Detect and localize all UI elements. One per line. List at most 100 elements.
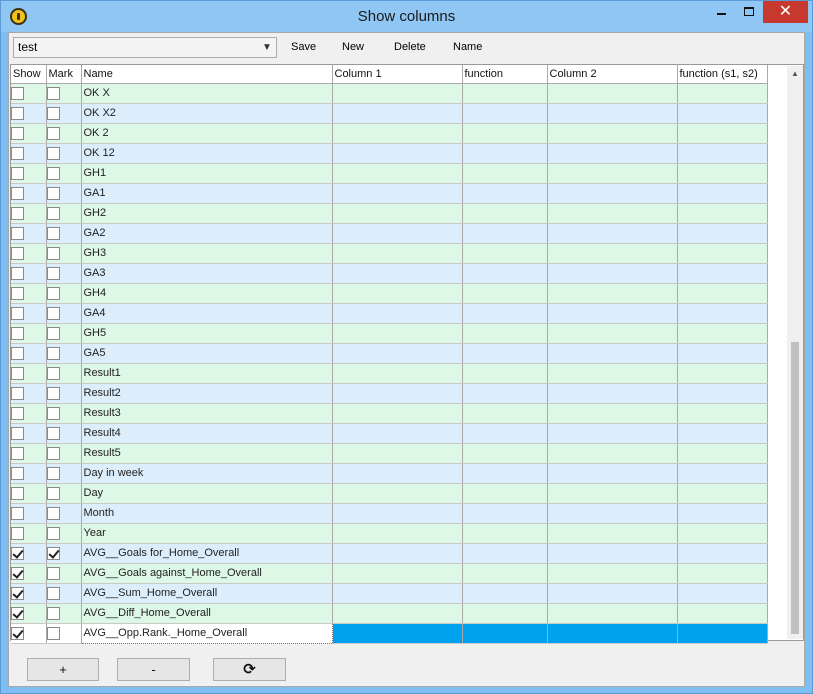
column-2-cell[interactable] xyxy=(547,443,678,464)
remove-row-button[interactable]: - xyxy=(117,658,190,681)
new-button[interactable]: New xyxy=(342,41,364,53)
column-2-cell[interactable] xyxy=(547,483,678,504)
function-cell[interactable] xyxy=(462,83,548,104)
table-row[interactable]: OK X xyxy=(11,83,768,104)
function-s1-s2-cell[interactable] xyxy=(677,303,768,324)
table-row[interactable]: GA1 xyxy=(11,183,768,204)
show-checkbox[interactable] xyxy=(11,106,24,120)
function-cell[interactable] xyxy=(462,483,548,504)
mark-checkbox[interactable] xyxy=(46,306,60,320)
table-row[interactable]: Day xyxy=(11,483,768,504)
delete-button[interactable]: Delete xyxy=(394,41,426,53)
function-cell[interactable] xyxy=(462,463,548,484)
mark-checkbox[interactable] xyxy=(46,326,60,340)
table-row[interactable]: Result4 xyxy=(11,423,768,444)
table-row[interactable]: Result2 xyxy=(11,383,768,404)
table-row[interactable]: GH1 xyxy=(11,163,768,184)
name-cell[interactable]: GA3 xyxy=(81,263,333,284)
column-1-cell[interactable] xyxy=(332,543,463,564)
column-1-cell[interactable] xyxy=(332,303,463,324)
function-cell[interactable] xyxy=(462,223,548,244)
function-s1-s2-cell[interactable] xyxy=(677,423,768,444)
table-row[interactable]: GH2 xyxy=(11,203,768,224)
column-1-cell[interactable] xyxy=(332,523,463,544)
column-1-cell[interactable] xyxy=(332,383,463,404)
mark-checkbox[interactable] xyxy=(46,366,60,380)
column-1-cell[interactable] xyxy=(332,283,463,304)
vertical-scrollbar[interactable]: ▲ xyxy=(787,66,803,639)
name-cell[interactable]: OK X2 xyxy=(81,103,333,124)
name-cell[interactable]: Result5 xyxy=(81,443,333,464)
mark-checkbox[interactable] xyxy=(46,386,60,400)
mark-checkbox[interactable] xyxy=(46,626,60,640)
table-row[interactable]: AVG__Opp.Rank._Home_Overall xyxy=(11,622,768,644)
function-cell[interactable] xyxy=(462,123,548,144)
function-s1-s2-cell[interactable] xyxy=(677,563,768,584)
function-s1-s2-cell[interactable] xyxy=(677,223,768,244)
column-1-cell[interactable] xyxy=(332,503,463,524)
show-checkbox[interactable] xyxy=(11,326,24,340)
function-s1-s2-cell[interactable] xyxy=(677,143,768,164)
header-function[interactable]: function xyxy=(462,65,548,84)
mark-checkbox[interactable] xyxy=(46,526,60,540)
column-1-cell[interactable] xyxy=(332,483,463,504)
name-cell[interactable]: Result1 xyxy=(81,363,333,384)
function-s1-s2-cell[interactable] xyxy=(677,83,768,104)
show-checkbox[interactable] xyxy=(11,266,24,280)
show-checkbox[interactable] xyxy=(11,366,24,380)
name-cell[interactable]: GA4 xyxy=(81,303,333,324)
name-button[interactable]: Name xyxy=(453,41,482,53)
show-checkbox[interactable] xyxy=(11,246,24,260)
function-s1-s2-cell[interactable] xyxy=(677,283,768,304)
function-cell[interactable] xyxy=(462,363,548,384)
show-checkbox[interactable] xyxy=(11,586,24,600)
show-checkbox[interactable] xyxy=(11,346,24,360)
column-1-cell[interactable] xyxy=(332,83,463,104)
columns-grid[interactable]: Show Mark Name Column 1 function Column … xyxy=(10,64,804,644)
show-checkbox[interactable] xyxy=(11,446,24,460)
name-cell[interactable]: Day xyxy=(81,483,333,504)
show-checkbox[interactable] xyxy=(11,426,24,440)
mark-checkbox[interactable] xyxy=(46,286,60,300)
table-row[interactable]: OK 12 xyxy=(11,143,768,164)
show-checkbox[interactable] xyxy=(11,186,24,200)
function-s1-s2-cell[interactable] xyxy=(677,103,768,124)
function-s1-s2-cell[interactable] xyxy=(677,203,768,224)
table-row[interactable]: GH5 xyxy=(11,323,768,344)
show-checkbox[interactable] xyxy=(11,566,24,580)
function-cell[interactable] xyxy=(462,423,548,444)
column-2-cell[interactable] xyxy=(547,463,678,484)
column-2-cell[interactable] xyxy=(547,563,678,584)
column-2-cell[interactable] xyxy=(547,143,678,164)
function-cell[interactable] xyxy=(462,303,548,324)
function-s1-s2-cell[interactable] xyxy=(677,383,768,404)
table-row[interactable]: GA2 xyxy=(11,223,768,244)
function-s1-s2-cell[interactable] xyxy=(677,463,768,484)
column-2-cell[interactable] xyxy=(547,83,678,104)
table-row[interactable]: Result1 xyxy=(11,363,768,384)
function-cell[interactable] xyxy=(462,583,548,604)
name-cell[interactable]: Result4 xyxy=(81,423,333,444)
name-cell[interactable]: Month xyxy=(81,503,333,524)
name-cell[interactable]: GH2 xyxy=(81,203,333,224)
column-1-cell[interactable] xyxy=(332,463,463,484)
column-2-cell[interactable] xyxy=(547,343,678,364)
column-1-cell[interactable] xyxy=(332,563,463,584)
column-2-cell[interactable] xyxy=(547,523,678,544)
table-row[interactable]: GH3 xyxy=(11,243,768,264)
name-cell[interactable]: Result2 xyxy=(81,383,333,404)
mark-checkbox[interactable] xyxy=(46,566,60,580)
function-s1-s2-cell[interactable] xyxy=(677,123,768,144)
function-cell[interactable] xyxy=(462,563,548,584)
mark-checkbox[interactable] xyxy=(46,466,60,480)
column-2-cell[interactable] xyxy=(547,623,678,644)
mark-checkbox[interactable] xyxy=(46,126,60,140)
column-2-cell[interactable] xyxy=(547,423,678,444)
chevron-down-icon[interactable]: ▼ xyxy=(261,38,273,57)
column-2-cell[interactable] xyxy=(547,163,678,184)
function-cell[interactable] xyxy=(462,143,548,164)
column-2-cell[interactable] xyxy=(547,603,678,624)
name-cell[interactable]: AVG__Opp.Rank._Home_Overall xyxy=(80,622,333,644)
column-1-cell[interactable] xyxy=(332,423,463,444)
column-2-cell[interactable] xyxy=(547,323,678,344)
